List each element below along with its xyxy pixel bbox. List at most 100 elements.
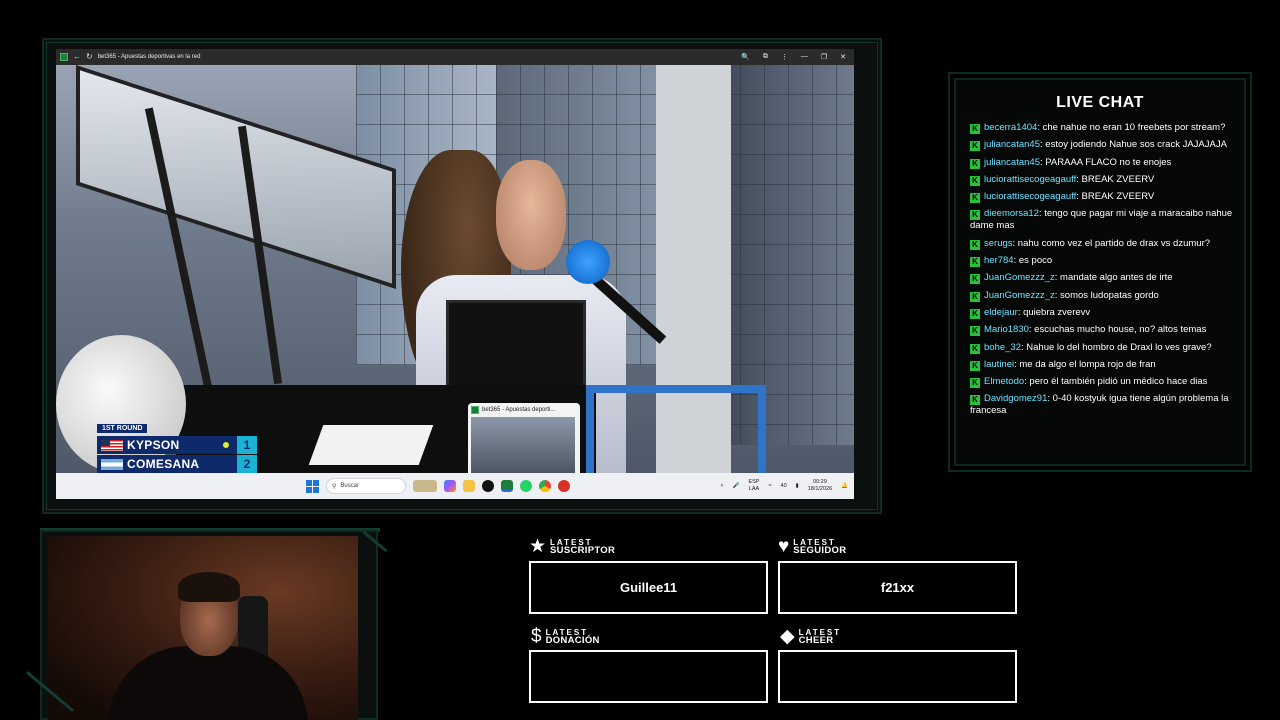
stream-video[interactable]: 1ST ROUND KYPSON 1 COMESANA 2 bet365 - A… <box>56 65 854 473</box>
notification-bell-icon[interactable]: 🔔 <box>841 483 848 489</box>
chat-text: pero él también pidió un médico hace dia… <box>1029 376 1208 388</box>
chat-message: Kbecerra1404: che nahue no eran 10 freeb… <box>970 122 1236 134</box>
widget-label-big: DONACIÓN <box>545 634 600 646</box>
close-icon[interactable]: ✕ <box>840 53 846 61</box>
live-chat-panel: LIVE CHAT Kbecerra1404: che nahue no era… <box>954 78 1246 466</box>
browser-titlebar: ← ↻ bet365 - Apuestas deportivas en la r… <box>56 49 854 65</box>
chat-text: es poco <box>1018 255 1053 267</box>
umpire-face <box>496 160 566 270</box>
us-flag-icon <box>101 439 123 451</box>
argentina-flag-icon <box>101 458 123 470</box>
chat-username[interactable]: luciorattisecogeagauff <box>984 191 1076 202</box>
language-indicator[interactable]: ESP LAA <box>748 479 759 493</box>
umpire-canopy <box>76 65 396 289</box>
heart-icon: ♥ <box>778 536 790 557</box>
chat-username[interactable]: Elmetodo <box>984 376 1024 387</box>
chat-username[interactable]: lautinei <box>984 359 1014 370</box>
bet365-favicon-icon <box>471 406 479 414</box>
chat-username[interactable]: juliancatan45 <box>984 157 1040 168</box>
bet365-favicon-icon <box>60 53 68 61</box>
widget-label-big: CHEER <box>798 634 834 646</box>
thumbnail-title-text: bet365 - Apuestas deporti... <box>482 407 556 413</box>
extensions-icon[interactable]: ⧉ <box>763 53 768 61</box>
taskbar-search[interactable]: ⚲ Buscar <box>326 478 406 494</box>
chat-username[interactable]: JuanGomezzz_z <box>984 290 1055 301</box>
widgets-icon[interactable] <box>413 480 437 492</box>
chat-text: escuchas mucho house, no? altos temas <box>1034 324 1207 336</box>
tiktok-icon[interactable] <box>482 480 494 492</box>
chat-username[interactable]: Mario1830 <box>984 324 1029 335</box>
kick-badge-icon: K <box>970 175 980 186</box>
bet365-app-icon[interactable] <box>501 480 513 492</box>
chat-username[interactable]: her784 <box>984 255 1014 266</box>
chat-username[interactable]: JuanGomezzz_z <box>984 272 1055 283</box>
kick-badge-icon: K <box>970 158 980 169</box>
chat-message: K JuanGomezzz_z: mandate algo antes de ir… <box>970 272 1236 285</box>
back-arrow-icon[interactable]: ← <box>73 53 81 61</box>
copilot-icon[interactable] <box>444 480 456 492</box>
restore-icon[interactable]: ❐ <box>821 53 827 61</box>
reload-icon[interactable]: ↻ <box>86 53 93 61</box>
chat-username[interactable]: dieemorsa12 <box>984 208 1039 219</box>
app-icon[interactable] <box>558 480 570 492</box>
kick-badge-icon: K <box>970 291 980 302</box>
file-explorer-icon[interactable] <box>463 480 475 492</box>
player-score: 1 <box>237 436 257 454</box>
chat-text: estoy jodiendo Nahue sos crack JAJAJAJA <box>1045 139 1227 151</box>
chat-username[interactable]: juliancatan45 <box>984 139 1040 150</box>
chat-message: Kserugs: nahu como vez el partido de dra… <box>970 238 1236 250</box>
clock-time: 00:29 <box>813 479 827 485</box>
umpire-monitor <box>446 300 586 390</box>
chat-username[interactable]: becerra1404 <box>984 122 1037 133</box>
latest-seguidor-header: ♥ LATEST SEGUIDOR <box>778 537 846 556</box>
latest-seguidor-box: f21xx <box>778 561 1017 614</box>
player-name: KYPSON <box>127 438 180 452</box>
player-score: 2 <box>237 455 257 473</box>
chat-username[interactable]: bohe_32 <box>984 342 1021 353</box>
thumbnail-image <box>471 417 575 473</box>
chat-username[interactable]: Davidgomez91 <box>984 393 1047 404</box>
chat-username[interactable]: eldejaur <box>984 307 1018 318</box>
clock[interactable]: 00:29 18/1/2026 <box>808 479 832 493</box>
minimize-icon[interactable]: — <box>801 53 808 61</box>
kick-badge-icon: K <box>970 210 980 221</box>
search-icon: ⚲ <box>332 483 337 490</box>
more-menu-icon[interactable]: ⋮ <box>781 53 788 61</box>
battery-icon[interactable]: ▮ <box>796 483 799 489</box>
chat-message: K Davidgomez91: 0-40 kostyuk igua tiene a… <box>970 393 1236 417</box>
widget-label-big: SUSCRIPTOR <box>550 544 616 556</box>
chat-text: che nahue no eran 10 freebets por stream… <box>1042 122 1226 133</box>
chat-text: BREAK ZVEERV <box>1081 173 1155 185</box>
latest-cheer-box <box>778 650 1017 703</box>
streamer-hair <box>178 572 240 602</box>
kick-badge-icon: K <box>970 274 980 285</box>
chat-title: LIVE CHAT <box>1056 94 1144 111</box>
wifi-icon[interactable]: ≈ <box>768 483 771 489</box>
kick-badge-icon: K <box>970 193 980 204</box>
chat-username[interactable]: luciorattisecogeagauff <box>984 174 1076 185</box>
chat-message: Kjuliancatan45: estoy jodiendo Nahue sos… <box>970 139 1236 152</box>
zoom-icon[interactable]: 🔍 <box>741 53 750 61</box>
kick-badge-icon: K <box>970 326 980 337</box>
latest-cheer-header: ◆ LATEST CHEER <box>780 627 841 646</box>
chat-text: mandate algo antes de irte <box>1060 272 1173 284</box>
latest-suscriptor-box: Guillee11 <box>529 561 768 614</box>
mic-icon[interactable]: 🎤 <box>733 483 740 489</box>
chat-username[interactable]: serugs <box>984 238 1013 249</box>
chat-message: Klautinei: me da algo el lompa rojo de f… <box>970 359 1236 371</box>
lang-top: ESP <box>748 479 760 485</box>
chat-message: K Mario1830: escuchas mucho house, no? al… <box>970 324 1236 337</box>
chrome-icon[interactable] <box>539 480 551 492</box>
dollar-icon: $ <box>531 626 542 647</box>
chevron-up-icon[interactable]: ˄ <box>720 483 723 489</box>
chat-message: Kjuliancatan45: PARAAA FLACO no te enoje… <box>970 157 1236 169</box>
chat-message: Keldejaur: quiebra zverevv <box>970 307 1236 319</box>
kick-badge-icon: K <box>970 257 980 268</box>
taskbar-thumbnail-preview[interactable]: bet365 - Apuestas deporti... <box>468 403 580 473</box>
volume-level[interactable]: 40 <box>781 483 787 489</box>
kick-badge-icon: K <box>970 239 980 250</box>
chat-text: somos ludopatas gordo <box>1060 289 1159 301</box>
whatsapp-icon[interactable] <box>520 480 532 492</box>
windows-start-icon[interactable] <box>306 479 319 493</box>
latest-donacion-header: $ LATEST DONACIÓN <box>531 627 600 646</box>
